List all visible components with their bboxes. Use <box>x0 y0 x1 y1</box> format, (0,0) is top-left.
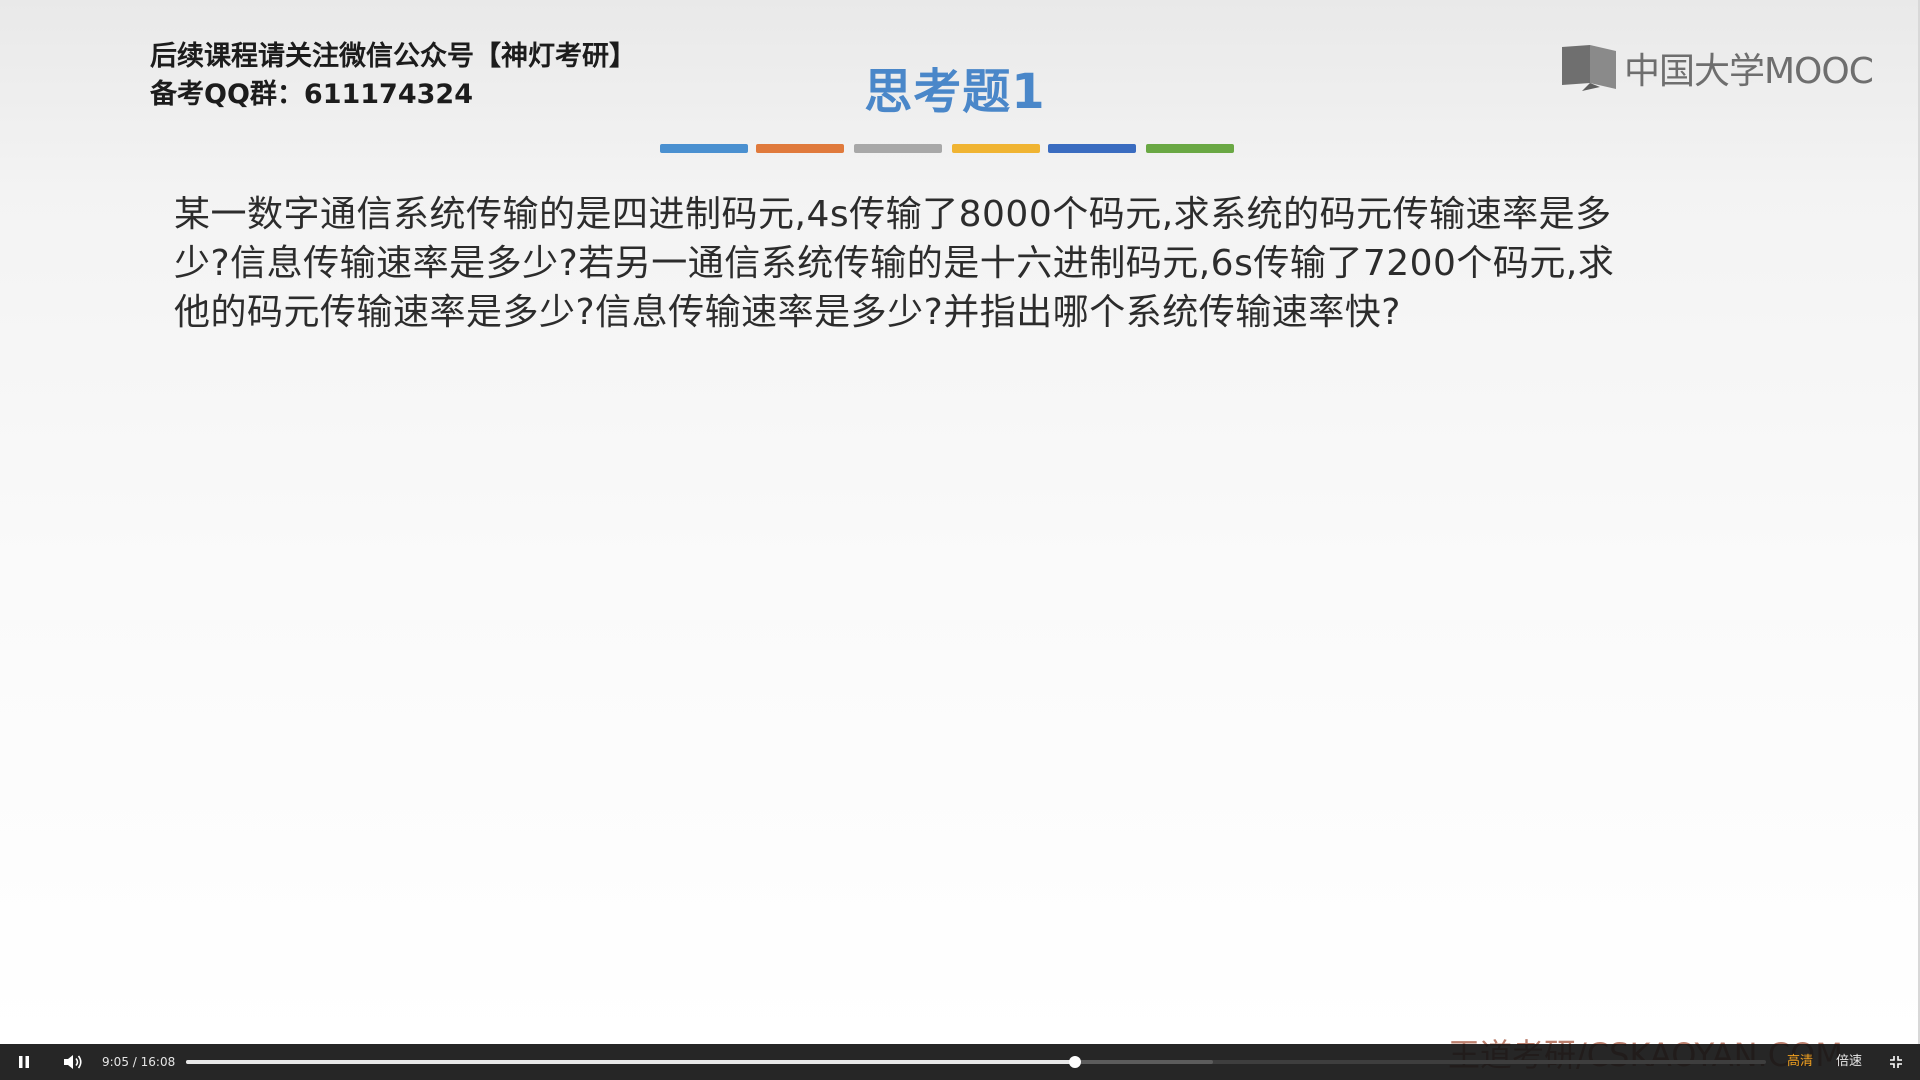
question-line-1: 某一数字通信系统传输的是四进制码元,4s传输了8000个码元,求系统的码元传输速… <box>174 194 1612 235</box>
progress-played <box>186 1060 1075 1064</box>
color-bar <box>1146 144 1234 153</box>
progress-handle[interactable] <box>1068 1056 1081 1068</box>
question-text: 某一数字通信系统传输的是四进制码元,4s传输了8000个码元,求系统的码元传输速… <box>174 190 1714 337</box>
video-frame[interactable]: 后续课程请关注微信公众号【神灯考研】 备考QQ群：611174324 思考题1 … <box>0 0 1920 1044</box>
current-time: 9:05 <box>102 1055 129 1069</box>
promo-text: 后续课程请关注微信公众号【神灯考研】 备考QQ群：611174324 <box>150 38 636 114</box>
pause-button[interactable] <box>10 1044 38 1080</box>
slide-title: 思考题1 <box>864 64 1046 120</box>
speed-button[interactable]: 倍速 <box>1836 1044 1862 1080</box>
color-bar <box>1048 144 1136 153</box>
promo-line-1: 后续课程请关注微信公众号【神灯考研】 <box>150 41 636 72</box>
volume-button[interactable] <box>58 1044 88 1080</box>
exit-fullscreen-icon <box>1890 1056 1902 1068</box>
quality-button[interactable]: 高清 <box>1787 1044 1813 1080</box>
color-bar <box>756 144 844 153</box>
duration: 16:08 <box>140 1055 176 1069</box>
pause-icon <box>19 1056 29 1068</box>
color-bar <box>952 144 1040 153</box>
exit-fullscreen-button[interactable] <box>1882 1044 1910 1080</box>
promo-line-2: 备考QQ群：611174324 <box>150 79 473 110</box>
progress-bar[interactable] <box>186 1056 1766 1068</box>
time-display: 9:05 / 16:08 <box>102 1044 175 1080</box>
player-control-bar: 9:05 / 16:08 高清 倍速 <box>0 1044 1920 1080</box>
question-line-2: 少?信息传输速率是多少?若另一通信系统传输的是十六进制码元,6s传输了7200个… <box>174 243 1615 284</box>
color-bar <box>854 144 942 153</box>
color-bar <box>660 144 748 153</box>
time-separator: / <box>132 1055 137 1069</box>
question-line-3: 他的码元传输速率是多少?信息传输速率是多少?并指出哪个系统传输速率快? <box>174 292 1401 333</box>
color-bar-divider <box>660 144 1236 154</box>
volume-icon <box>64 1055 82 1069</box>
logo-text: 中国大学MOOC <box>1624 51 1874 92</box>
mooc-logo: 中国大学MOOC <box>1560 42 1874 94</box>
book-logo-icon <box>1562 45 1616 91</box>
